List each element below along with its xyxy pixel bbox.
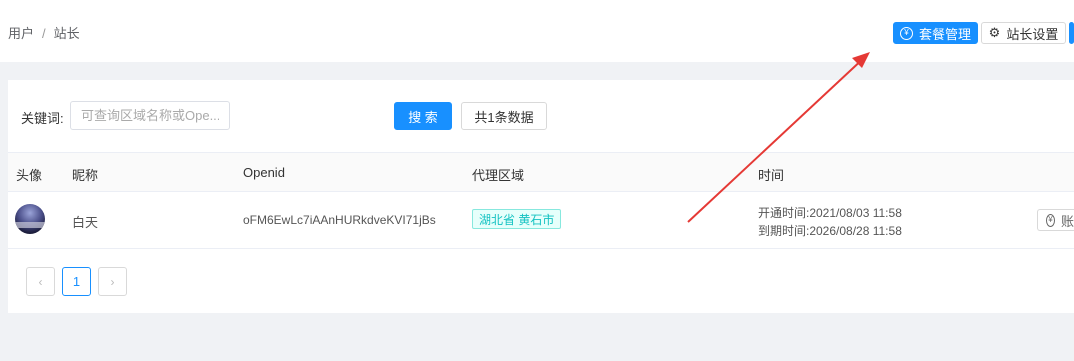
avatar <box>15 204 45 234</box>
yen-circle-icon: ¥ <box>899 26 913 40</box>
package-manage-button[interactable]: ¥ 套餐管理 <box>893 22 978 44</box>
table-row: 白天 oFM6EwLc7iAAnHURkdveKVI71jBs 湖北省 黄石市 … <box>8 192 1074 249</box>
column-header-region: 代理区域 <box>472 168 525 183</box>
column-header-time: 时间 <box>758 168 785 183</box>
open-time: 开通时间:2021/08/03 11:58 <box>758 206 902 220</box>
region-tag: 湖北省 黄石市 <box>472 209 562 229</box>
prev-page-button[interactable]: ‹ <box>26 267 55 296</box>
breadcrumb: 用户 / 站长 <box>8 23 80 42</box>
nickname-cell: 白天 <box>72 215 99 230</box>
next-page-button[interactable]: › <box>98 267 127 296</box>
column-header-openid: Openid <box>243 165 285 180</box>
more-button[interactable] <box>1069 22 1074 44</box>
keyword-label: 关键词: <box>21 111 64 126</box>
row-action-button[interactable]: ¥ 账 <box>1037 209 1074 231</box>
top-bar: 用户 / 站长 ¥ 套餐管理 ⚙ 站长设置 <box>0 0 1074 62</box>
site-settings-label: 站长设置 <box>1006 26 1059 42</box>
breadcrumb-current: 站长 <box>53 26 80 41</box>
page-1-button[interactable]: 1 <box>62 267 91 296</box>
site-settings-button[interactable]: ⚙ 站长设置 <box>981 22 1066 44</box>
gear-icon: ⚙ <box>988 25 1001 40</box>
main-panel: 关键词: 搜 索 共1条数据 头像 昵称 Openid 代理区域 时间 白天 o… <box>8 80 1074 313</box>
breadcrumb-parent[interactable]: 用户 <box>8 26 34 41</box>
openid-cell: oFM6EwLc7iAAnHURkdveKVI71jBs <box>243 213 436 227</box>
record-count-button[interactable]: 共1条数据 <box>461 102 547 130</box>
column-header-nickname: 昵称 <box>72 168 99 183</box>
yen-circle-icon: ¥ <box>1046 213 1055 227</box>
row-action-label: 账 <box>1060 213 1074 229</box>
search-button[interactable]: 搜 索 <box>394 102 452 130</box>
package-manage-label: 套餐管理 <box>918 26 971 42</box>
expire-time: 到期时间:2026/08/28 11:58 <box>758 224 902 238</box>
column-header-avatar: 头像 <box>16 168 43 183</box>
keyword-search-input[interactable] <box>70 101 230 130</box>
breadcrumb-separator: / <box>42 26 46 41</box>
table-header: 头像 昵称 Openid 代理区域 时间 <box>8 152 1074 192</box>
